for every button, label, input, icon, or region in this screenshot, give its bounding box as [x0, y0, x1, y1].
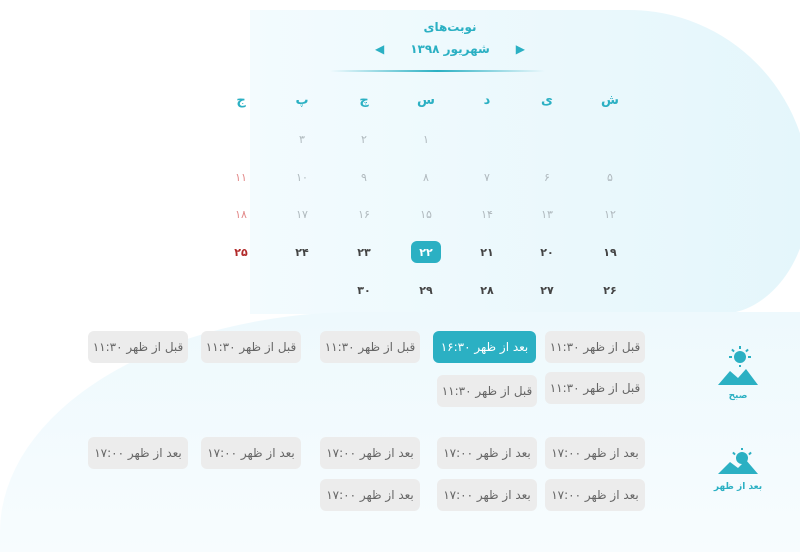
header-divider: [330, 70, 545, 72]
afternoon-slot[interactable]: ۱۷:۰۰ بعد از ظهر: [201, 437, 301, 469]
calendar-day[interactable]: ۲۷: [532, 279, 562, 301]
calendar-day: ۷: [484, 170, 490, 184]
morning-label: صبح: [728, 391, 748, 401]
morning-slot[interactable]: ۱۶:۳۰ بعد از ظهر: [433, 331, 536, 363]
page-title: نوبت‌های: [423, 20, 477, 34]
calendar-day: ۳: [299, 132, 305, 146]
calendar-day: ۸: [423, 170, 429, 184]
afternoon-label: بعد از ظهر: [713, 482, 763, 492]
morning-slot[interactable]: ۱۱:۳۰ قبل از ظهر: [88, 331, 188, 363]
calendar-day[interactable]: ۲۰: [532, 241, 562, 263]
morning-period: صبح: [708, 345, 768, 401]
afternoon-slot[interactable]: ۱۷:۰۰ بعد از ظهر: [320, 437, 420, 469]
weekday-header: ش: [601, 92, 619, 108]
next-month-arrow-icon[interactable]: ▶: [516, 42, 525, 56]
calendar-day[interactable]: ۲۴: [287, 241, 317, 263]
calendar-day: ۱۲: [604, 207, 616, 221]
weekday-header: ی: [541, 92, 553, 108]
calendar-day: ۱۵: [420, 207, 432, 221]
morning-slot[interactable]: ۱۱:۳۰ قبل از ظهر: [201, 331, 301, 363]
afternoon-slot[interactable]: ۱۷:۰۰ بعد از ظهر: [545, 479, 645, 511]
calendar-day: ۹: [361, 170, 367, 184]
afternoon-slot[interactable]: ۱۷:۰۰ بعد از ظهر: [545, 437, 645, 469]
calendar-day: ۲: [361, 132, 367, 146]
weekday-header: چ: [359, 92, 369, 108]
calendar-day: ۱۰: [296, 170, 308, 184]
calendar-day: ۱۶: [358, 207, 370, 221]
afternoon-slot[interactable]: ۱۷:۰۰ بعد از ظهر: [437, 479, 537, 511]
month-navigator: ◀ شهریور ۱۳۹۸ ▶: [330, 42, 570, 56]
afternoon-slot[interactable]: ۱۷:۰۰ بعد از ظهر: [88, 437, 188, 469]
calendar-day[interactable]: ۲۱: [472, 241, 502, 263]
sunset-mountain-icon: [718, 448, 758, 474]
morning-slot[interactable]: ۱۱:۳۰ قبل از ظهر: [545, 372, 645, 404]
calendar-day[interactable]: ۳۰: [349, 279, 379, 301]
sunrise-mountain-icon: [718, 346, 758, 385]
calendar-day: ۱۴: [481, 207, 493, 221]
morning-slot[interactable]: ۱۱:۳۰ قبل از ظهر: [437, 375, 537, 407]
calendar-day[interactable]: ۲۹: [411, 279, 441, 301]
calendar-day[interactable]: ۲۶: [595, 279, 625, 301]
calendar-day[interactable]: ۲۸: [472, 279, 502, 301]
morning-slot[interactable]: ۱۱:۳۰ قبل از ظهر: [320, 331, 420, 363]
calendar-day: ۱: [423, 132, 429, 146]
calendar-day[interactable]: ۲۳: [349, 241, 379, 263]
calendar-day[interactable]: ۱۹: [595, 241, 625, 263]
calendar-day[interactable]: ۲۲: [411, 241, 441, 263]
calendar-day: ۱۷: [296, 207, 308, 221]
afternoon-slot[interactable]: ۱۷:۰۰ بعد از ظهر: [437, 437, 537, 469]
afternoon-slot[interactable]: ۱۷:۰۰ بعد از ظهر: [320, 479, 420, 511]
morning-slot[interactable]: ۱۱:۳۰ قبل از ظهر: [545, 331, 645, 363]
calendar-day: ۵: [607, 170, 613, 184]
weekday-header: پ: [295, 92, 309, 108]
weekday-header: س: [417, 92, 435, 108]
calendar-day[interactable]: ۲۵: [226, 241, 256, 263]
calendar-day: ۱۸: [235, 207, 247, 221]
calendar-day: ۱۱: [235, 170, 247, 184]
calendar-header: نوبت‌های ◀ شهریور ۱۳۹۸ ▶: [330, 20, 570, 56]
month-label: شهریور ۱۳۹۸: [410, 42, 490, 56]
calendar-day: ۶: [544, 170, 550, 184]
weekday-header: د: [483, 92, 491, 108]
prev-month-arrow-icon[interactable]: ◀: [375, 42, 384, 56]
afternoon-period: بعد از ظهر: [708, 448, 768, 492]
calendar-day: ۱۳: [541, 207, 553, 221]
weekday-header: ج: [236, 92, 246, 108]
